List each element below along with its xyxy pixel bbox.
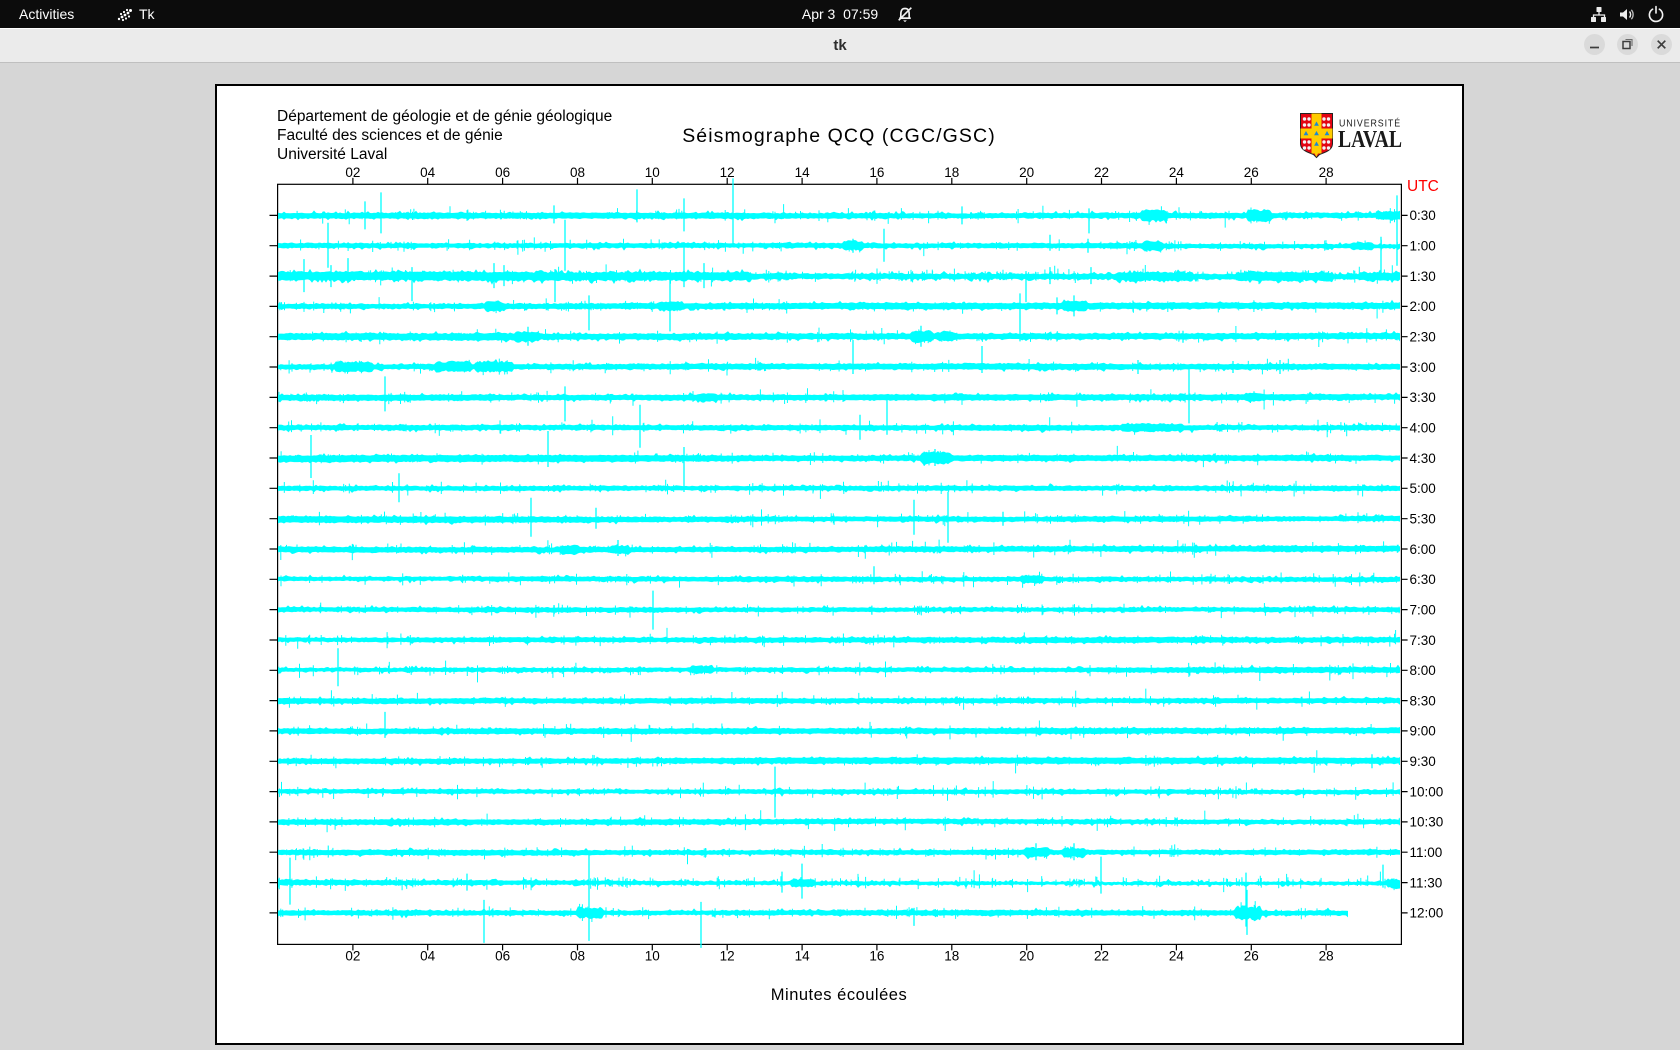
svg-text:14: 14 — [795, 949, 811, 964]
svg-text:18: 18 — [944, 949, 959, 964]
svg-text:26: 26 — [1244, 165, 1259, 180]
svg-text:6:30: 6:30 — [1410, 572, 1436, 587]
svg-text:02: 02 — [345, 165, 360, 180]
svg-text:10: 10 — [645, 165, 660, 180]
svg-text:04: 04 — [420, 165, 436, 180]
svg-text:2:30: 2:30 — [1410, 330, 1436, 345]
svg-text:22: 22 — [1094, 165, 1109, 180]
svg-text:LAVAL: LAVAL — [1338, 127, 1402, 153]
svg-text:Département de géologie et de: Département de géologie et de génie géol… — [277, 108, 612, 125]
svg-text:12:00: 12:00 — [1410, 906, 1444, 921]
svg-text:Séismographe QCQ (CGC/GSC): Séismographe QCQ (CGC/GSC) — [682, 125, 996, 147]
svg-text:12: 12 — [720, 949, 735, 964]
svg-text:02: 02 — [345, 949, 360, 964]
svg-text:2:00: 2:00 — [1410, 299, 1436, 314]
svg-text:08: 08 — [570, 165, 585, 180]
svg-text:24: 24 — [1169, 949, 1185, 964]
svg-text:04: 04 — [420, 949, 436, 964]
svg-text:4:00: 4:00 — [1410, 421, 1436, 436]
svg-text:18: 18 — [944, 165, 959, 180]
svg-text:28: 28 — [1319, 949, 1334, 964]
svg-text:Minutes écoulées: Minutes écoulées — [771, 986, 907, 1004]
svg-text:3:30: 3:30 — [1410, 390, 1436, 405]
svg-text:16: 16 — [869, 949, 884, 964]
svg-text:08: 08 — [570, 949, 585, 964]
svg-text:9:30: 9:30 — [1410, 754, 1436, 769]
svg-text:10: 10 — [645, 949, 660, 964]
svg-text:Université Laval: Université Laval — [277, 146, 387, 163]
svg-text:11:30: 11:30 — [1410, 875, 1443, 890]
svg-text:4:30: 4:30 — [1410, 451, 1436, 466]
svg-text:3:00: 3:00 — [1410, 360, 1436, 375]
svg-text:26: 26 — [1244, 949, 1259, 964]
svg-text:12: 12 — [720, 165, 735, 180]
svg-text:6:00: 6:00 — [1410, 542, 1436, 557]
svg-text:1:00: 1:00 — [1410, 239, 1436, 254]
svg-text:Faculté des sciences et de gén: Faculté des sciences et de génie — [277, 127, 503, 144]
svg-text:10:00: 10:00 — [1410, 784, 1444, 799]
svg-text:06: 06 — [495, 165, 510, 180]
svg-text:7:30: 7:30 — [1410, 633, 1436, 648]
svg-text:24: 24 — [1169, 165, 1185, 180]
svg-text:16: 16 — [869, 165, 884, 180]
svg-text:9:00: 9:00 — [1410, 724, 1436, 739]
svg-text:11:00: 11:00 — [1410, 845, 1443, 860]
svg-text:20: 20 — [1019, 949, 1034, 964]
svg-text:0:30: 0:30 — [1410, 208, 1436, 223]
svg-text:10:30: 10:30 — [1410, 815, 1444, 830]
svg-text:8:30: 8:30 — [1410, 693, 1436, 708]
svg-text:22: 22 — [1094, 949, 1109, 964]
svg-text:8:00: 8:00 — [1410, 663, 1436, 678]
svg-text:28: 28 — [1319, 165, 1334, 180]
svg-text:1:30: 1:30 — [1410, 269, 1436, 284]
svg-text:5:30: 5:30 — [1410, 512, 1436, 527]
svg-text:UTC: UTC — [1407, 178, 1439, 195]
svg-text:7:00: 7:00 — [1410, 602, 1436, 617]
svg-text:06: 06 — [495, 949, 510, 964]
svg-text:20: 20 — [1019, 165, 1034, 180]
svg-text:14: 14 — [795, 165, 811, 180]
svg-text:5:00: 5:00 — [1410, 481, 1436, 496]
